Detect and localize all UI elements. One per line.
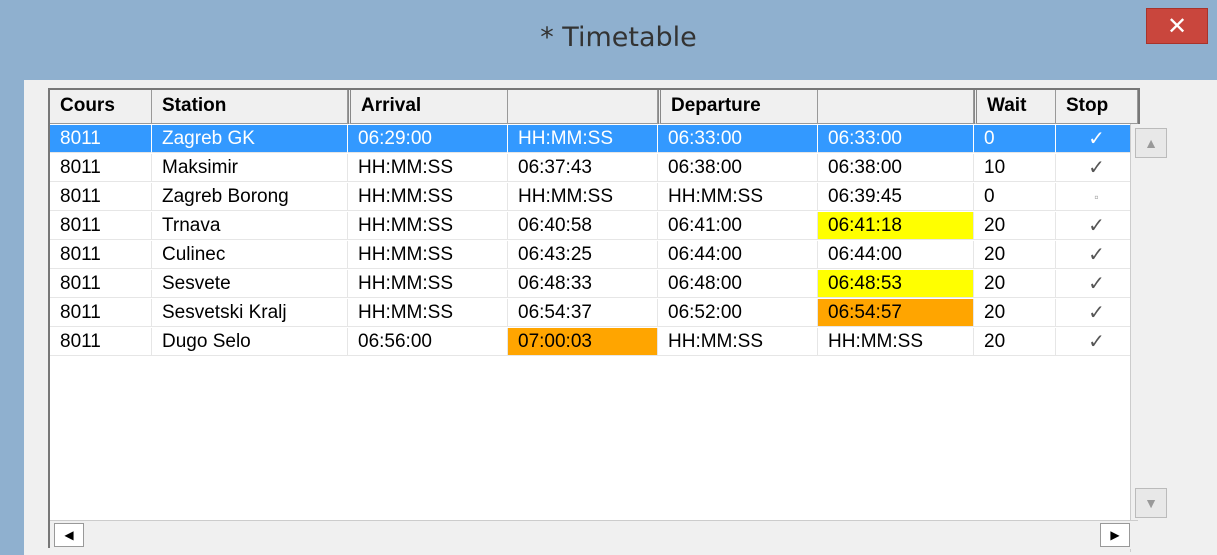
header-departure-actual[interactable]	[818, 90, 974, 124]
header-station[interactable]: Station	[152, 90, 348, 124]
cell-departure[interactable]: 06:44:00	[658, 241, 818, 269]
cell-arrival[interactable]: 06:29:00	[348, 125, 508, 153]
cell-station[interactable]: Sesvetski Kralj	[152, 299, 348, 327]
table-row[interactable]: 8011 Sesvetski Kralj HH:MM:SS 06:54:37 0…	[50, 299, 1138, 328]
cell-arrival-actual[interactable]: 07:00:03	[508, 328, 658, 356]
cell-departure[interactable]: 06:41:00	[658, 212, 818, 240]
cell-wait[interactable]: 10	[974, 154, 1056, 182]
cell-arrival[interactable]: HH:MM:SS	[348, 241, 508, 269]
cell-station[interactable]: Culinec	[152, 241, 348, 269]
scroll-right-arrow-icon[interactable]: ▶	[1100, 523, 1130, 547]
cell-wait[interactable]: 0	[974, 183, 1056, 211]
cell-departure-actual[interactable]: 06:48:53	[818, 270, 974, 298]
cell-station[interactable]: Sesvete	[152, 270, 348, 298]
cell-station[interactable]: Dugo Selo	[152, 328, 348, 356]
cell-arrival-actual[interactable]: 06:40:58	[508, 212, 658, 240]
table-row[interactable]: 8011 Culinec HH:MM:SS 06:43:25 06:44:00 …	[50, 241, 1138, 270]
cell-wait[interactable]: 20	[974, 299, 1056, 327]
cell-arrival-actual[interactable]: HH:MM:SS	[508, 125, 658, 153]
cell-station[interactable]: Zagreb Borong	[152, 183, 348, 211]
window-frame	[0, 80, 24, 555]
cell-cours[interactable]: 8011	[50, 154, 152, 182]
scroll-down-arrow-icon[interactable]: ▼	[1135, 488, 1167, 518]
cell-arrival-actual[interactable]: 06:43:25	[508, 241, 658, 269]
header-departure[interactable]: Departure	[658, 90, 818, 124]
header-arrival[interactable]: Arrival	[348, 90, 508, 124]
stop-checkbox[interactable]: ✓	[1056, 299, 1138, 327]
cell-arrival[interactable]: HH:MM:SS	[348, 270, 508, 298]
cell-cours[interactable]: 8011	[50, 183, 152, 211]
cell-arrival-actual[interactable]: 06:48:33	[508, 270, 658, 298]
cell-departure-actual[interactable]: 06:41:18	[818, 212, 974, 240]
header-stop[interactable]: Stop	[1056, 90, 1138, 124]
table-row[interactable]: 8011 Zagreb Borong HH:MM:SS HH:MM:SS HH:…	[50, 183, 1138, 212]
cell-cours[interactable]: 8011	[50, 328, 152, 356]
cell-arrival-actual[interactable]: 06:54:37	[508, 299, 658, 327]
cell-departure[interactable]: HH:MM:SS	[658, 328, 818, 356]
cell-wait[interactable]: 0	[974, 125, 1056, 153]
scroll-up-arrow-icon[interactable]: ▲	[1135, 128, 1167, 158]
table-row[interactable]: 8011 Sesvete HH:MM:SS 06:48:33 06:48:00 …	[50, 270, 1138, 299]
cell-departure[interactable]: 06:52:00	[658, 299, 818, 327]
cell-arrival[interactable]: HH:MM:SS	[348, 183, 508, 211]
cell-departure-actual[interactable]: 06:39:45	[818, 183, 974, 211]
cell-station[interactable]: Trnava	[152, 212, 348, 240]
stop-checkbox[interactable]: ✓	[1056, 154, 1138, 182]
cell-cours[interactable]: 8011	[50, 270, 152, 298]
cell-departure[interactable]: HH:MM:SS	[658, 183, 818, 211]
header-arrival-actual[interactable]	[508, 90, 658, 124]
table-row[interactable]: 8011 Zagreb GK 06:29:00 HH:MM:SS 06:33:0…	[50, 125, 1138, 154]
header-cours[interactable]: Cours	[50, 90, 152, 124]
cell-arrival-actual[interactable]: 06:37:43	[508, 154, 658, 182]
cell-wait[interactable]: 20	[974, 270, 1056, 298]
title-bar[interactable]: * Timetable ✕	[0, 0, 1217, 80]
cell-arrival[interactable]: 06:56:00	[348, 328, 508, 356]
cell-departure-actual[interactable]: 06:54:57	[818, 299, 974, 327]
table-row[interactable]: 8011 Dugo Selo 06:56:00 07:00:03 HH:MM:S…	[50, 328, 1138, 357]
cell-station[interactable]: Zagreb GK	[152, 125, 348, 153]
stop-checkbox[interactable]: ✓	[1056, 270, 1138, 298]
cell-cours[interactable]: 8011	[50, 299, 152, 327]
cell-cours[interactable]: 8011	[50, 241, 152, 269]
timetable-window: * Timetable ✕ Cours Station Arrival Depa…	[0, 0, 1217, 555]
cell-arrival[interactable]: HH:MM:SS	[348, 299, 508, 327]
cell-cours[interactable]: 8011	[50, 212, 152, 240]
cell-departure[interactable]: 06:48:00	[658, 270, 818, 298]
cell-departure-actual[interactable]: 06:44:00	[818, 241, 974, 269]
cell-arrival-actual[interactable]: HH:MM:SS	[508, 183, 658, 211]
header-wait[interactable]: Wait	[974, 90, 1056, 124]
close-button[interactable]: ✕	[1146, 8, 1208, 44]
stop-checkbox[interactable]: ✓	[1056, 212, 1138, 240]
table-row[interactable]: 8011 Trnava HH:MM:SS 06:40:58 06:41:00 0…	[50, 212, 1138, 241]
cell-wait[interactable]: 20	[974, 212, 1056, 240]
stop-checkbox[interactable]: ✓	[1056, 241, 1138, 269]
stop-checkbox[interactable]: ✓	[1056, 125, 1138, 153]
cell-departure[interactable]: 06:38:00	[658, 154, 818, 182]
cell-departure-actual[interactable]: 06:33:00	[818, 125, 974, 153]
window-title: * Timetable	[540, 22, 697, 53]
table-row[interactable]: 8011 Maksimir HH:MM:SS 06:37:43 06:38:00…	[50, 154, 1138, 183]
cell-departure-actual[interactable]: 06:38:00	[818, 154, 974, 182]
stop-checkbox[interactable]: ▫	[1056, 183, 1138, 211]
cell-cours[interactable]: 8011	[50, 125, 152, 153]
scroll-left-arrow-icon[interactable]: ◀	[54, 523, 84, 547]
cell-departure[interactable]: 06:33:00	[658, 125, 818, 153]
cell-departure-actual[interactable]: HH:MM:SS	[818, 328, 974, 356]
horizontal-scrollbar[interactable]: ◀ ▶	[50, 520, 1138, 549]
cell-station[interactable]: Maksimir	[152, 154, 348, 182]
cell-arrival[interactable]: HH:MM:SS	[348, 154, 508, 182]
vertical-scrollbar[interactable]: ▲ ▼	[1130, 124, 1171, 552]
cell-arrival[interactable]: HH:MM:SS	[348, 212, 508, 240]
cell-wait[interactable]: 20	[974, 328, 1056, 356]
stop-checkbox[interactable]: ✓	[1056, 328, 1138, 356]
timetable-grid[interactable]: Cours Station Arrival Departure Wait Sto…	[48, 88, 1140, 548]
cell-wait[interactable]: 20	[974, 241, 1056, 269]
